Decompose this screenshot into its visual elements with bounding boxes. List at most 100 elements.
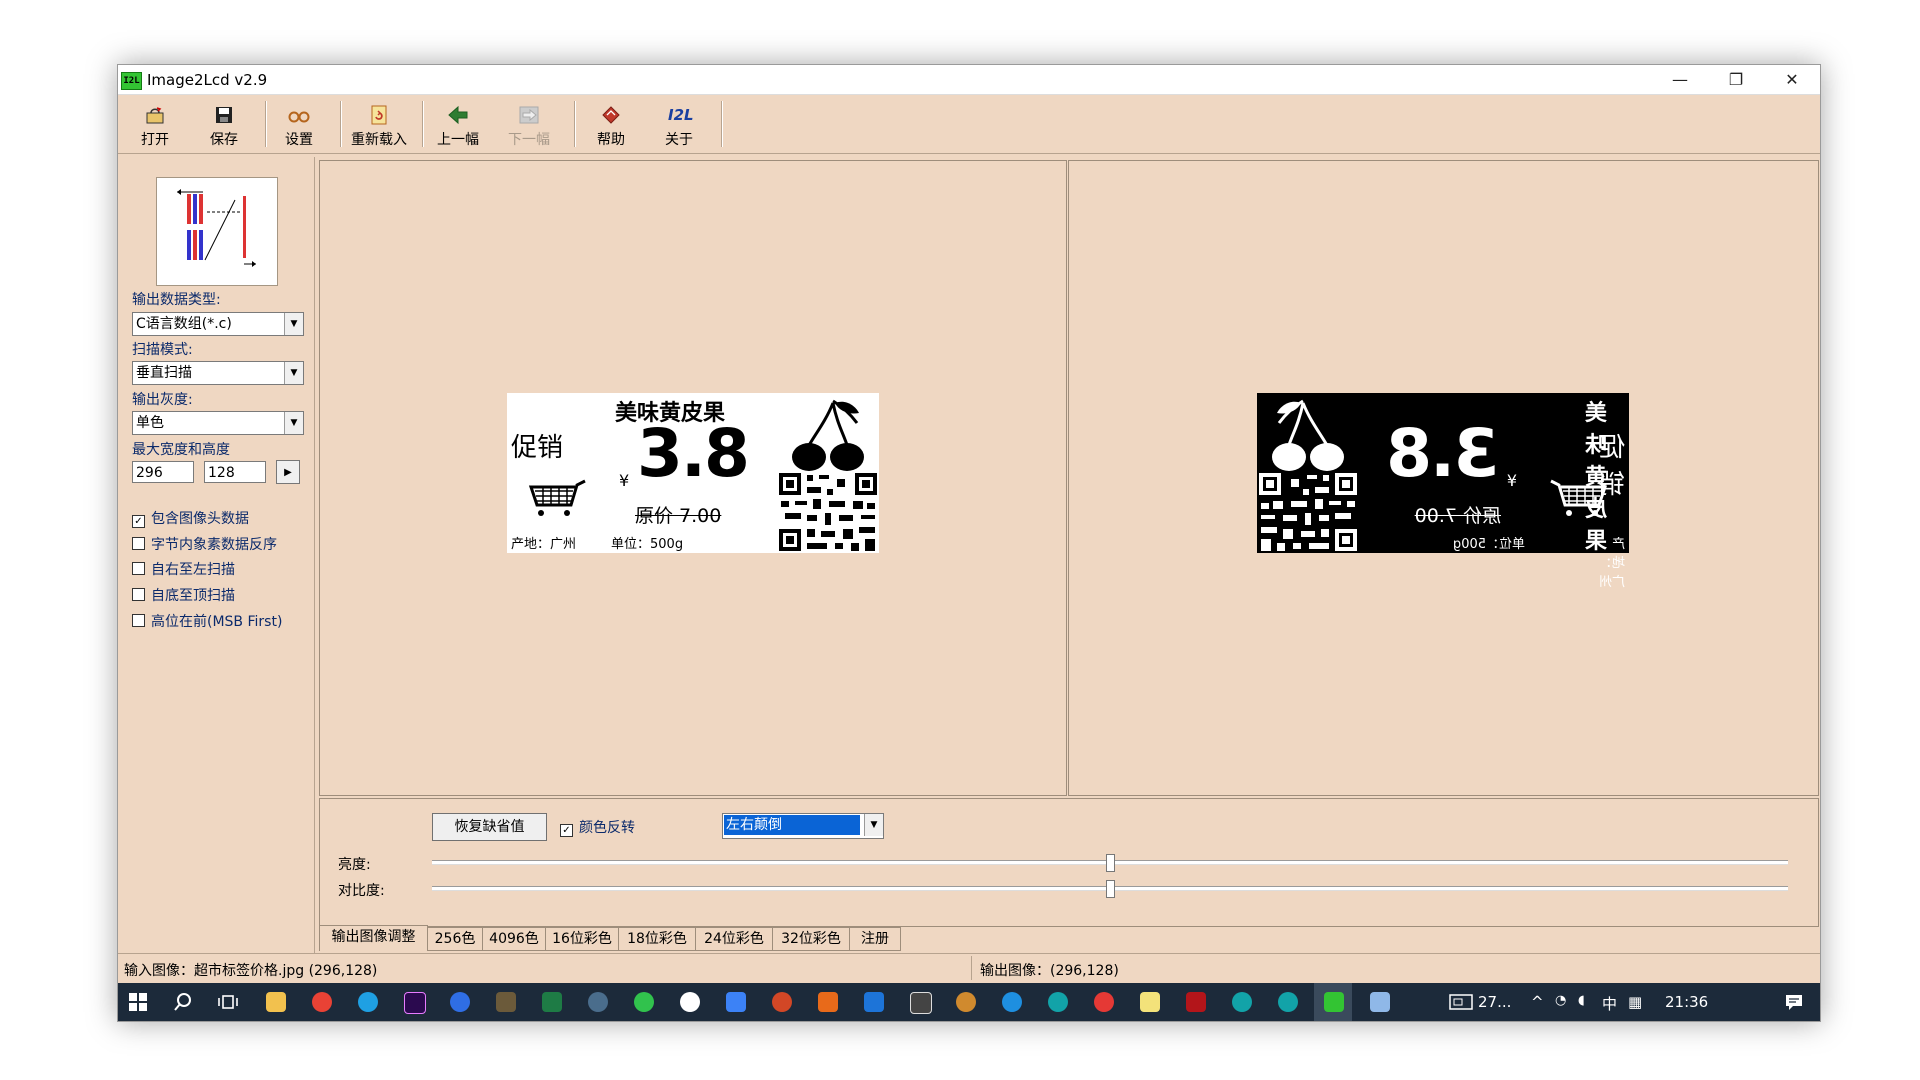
label-promo: 促销 [511,433,564,463]
max-width-input[interactable]: 296 [132,461,194,483]
output-type-select[interactable]: C语言数组(*.c) ▼ [132,312,304,336]
chevron-up-icon[interactable]: ^ [1531,993,1544,1011]
app-icon-bear[interactable] [956,992,976,1012]
next-image-button[interactable]: 下一幅 [501,95,557,151]
settings-panel: 输出数据类型: C语言数组(*.c) ▼ 扫描模式: 垂直扫描 ▼ 输出灰度: … [118,157,315,953]
tab-24bit-color[interactable]: 24位彩色 [695,927,773,951]
tab-register[interactable]: 注册 [849,927,901,951]
clock[interactable]: 21:36 [1665,993,1708,1011]
about-label: 关于 [665,132,693,148]
app-icon-drive[interactable] [726,992,746,1012]
notepad-icon[interactable] [1140,992,1160,1012]
option-right-to-left[interactable]: 自右至左扫描 [132,559,235,579]
scan-mode-select[interactable]: 垂直扫描 ▼ [132,361,304,385]
app-icon-k[interactable] [1002,992,1022,1012]
close-button[interactable]: ✕ [1764,65,1820,94]
invert-colors-checkbox[interactable]: ✓ 颜色反转 [560,817,635,837]
app-icon-u[interactable] [864,992,884,1012]
apply-size-button[interactable]: ▶ [276,460,300,484]
app-icon-e[interactable] [818,992,838,1012]
app-icon-flower[interactable] [680,992,700,1012]
open-button[interactable]: 打开 [130,95,180,151]
output-label-origin: 产地：广州 [1598,537,1625,590]
checkbox-checked-icon: ✓ [560,824,573,837]
arduino-icon[interactable] [1048,992,1068,1012]
contrast-label: 对比度: [338,883,385,899]
checkbox-icon [132,537,145,550]
tab-32bit-color[interactable]: 32位彩色 [772,927,850,951]
app-icon-2020[interactable] [1186,992,1206,1012]
search-icon[interactable] [173,992,193,1012]
maximize-button[interactable]: ❐ [1708,65,1764,94]
shopping-cart-icon [1550,479,1608,516]
volume-icon[interactable]: ◖ [1578,993,1585,1008]
option-bottom-to-top[interactable]: 自底至顶扫描 [132,585,235,605]
app-icon-tool[interactable] [496,992,516,1012]
toolbar-separator [574,101,576,147]
output-label-currency: ¥ [1506,471,1517,490]
option-include-header[interactable]: ✓ 包含图像头数据 [132,508,249,528]
flip-mode-select[interactable]: 左右颠倒 ▼ [722,813,884,839]
max-height-input[interactable]: 128 [204,461,266,483]
app-icon-settings[interactable] [588,992,608,1012]
display-icon[interactable] [1449,993,1473,1011]
about-button[interactable]: I2L 关于 [654,95,704,151]
tab-4096-color[interactable]: 4096色 [482,927,546,951]
toolbar-separator [340,101,342,147]
edge-icon[interactable] [358,992,378,1012]
tab-output-adjust[interactable]: 输出图像调整 [319,925,428,951]
status-divider [971,956,972,980]
file-explorer-icon[interactable] [266,992,286,1012]
app-icon-doc[interactable] [1370,992,1390,1012]
flip-mode-value: 左右颠倒 [724,815,860,835]
weather-text[interactable]: 27... [1478,993,1511,1011]
ime-indicator[interactable]: 中 [1602,993,1617,1014]
app-icon-red[interactable] [1094,992,1114,1012]
keyboard-grid-icon[interactable]: ▦ [1628,993,1642,1011]
window-title: Image2Lcd v2.9 [147,71,268,89]
tab-256-color[interactable]: 256色 [427,927,483,951]
tab-18bit-color[interactable]: 18位彩色 [618,927,696,951]
notification-icon[interactable] [1784,993,1804,1011]
help-book-icon [602,106,620,124]
arduino-icon[interactable] [1232,992,1252,1012]
task-view-icon[interactable] [218,993,238,1011]
toolbar-separator [265,101,267,147]
windows-start-icon[interactable] [129,993,147,1011]
reset-defaults-button[interactable]: 恢复缺省值 [432,813,547,841]
status-bar: 输入图像：超市标签价格.jpg (296,128) 输出图像：(296,128) [118,953,1820,983]
chevron-down-icon: ▼ [284,412,303,434]
settings-button[interactable]: 设置 [274,95,324,151]
label-price: 3.8 [637,415,750,492]
option-label: 字节内象素数据反序 [151,537,277,553]
excel-icon[interactable] [542,992,562,1012]
powerpoint-icon[interactable] [772,992,792,1012]
option-reverse-bits[interactable]: 字节内象素数据反序 [132,534,277,554]
output-label-original-price: 原价 7.00 [1414,505,1501,527]
chrome-icon[interactable] [312,992,332,1012]
output-price-label-image: 美味黄皮果 促销 ¥ 3.8 原价 7.00 产地：广州 单位：500g [1257,393,1629,590]
gray-level-select[interactable]: 单色 ▼ [132,411,304,435]
scan-diagram-icon [177,189,256,267]
option-msb-first[interactable]: 高位在前(MSB First) [132,611,282,631]
wechat-icon[interactable] [634,992,654,1012]
wifi-icon[interactable]: ◔ [1555,993,1566,1008]
tab-16bit-color[interactable]: 16位彩色 [545,927,619,951]
label-origin: 产地：广州 [511,537,577,552]
app-icon-blue[interactable] [450,992,470,1012]
brightness-slider-thumb[interactable] [1106,854,1115,872]
arduino-icon[interactable] [1278,992,1298,1012]
cherry-icon [1272,399,1344,471]
app-icon-board[interactable] [910,992,932,1014]
image2lcd-taskbar-icon[interactable] [1324,992,1344,1012]
reload-button[interactable]: 重新载入 [347,95,411,151]
premiere-icon[interactable] [404,992,426,1014]
contrast-slider-thumb[interactable] [1106,880,1115,898]
save-button[interactable]: 保存 [199,95,249,151]
output-type-value: C语言数组(*.c) [136,316,232,332]
minimize-button[interactable]: — [1652,65,1708,94]
label-currency: ¥ [619,471,630,490]
help-button[interactable]: 帮助 [586,95,636,151]
checkbox-icon [132,562,145,575]
prev-image-button[interactable]: 上一幅 [430,95,486,151]
